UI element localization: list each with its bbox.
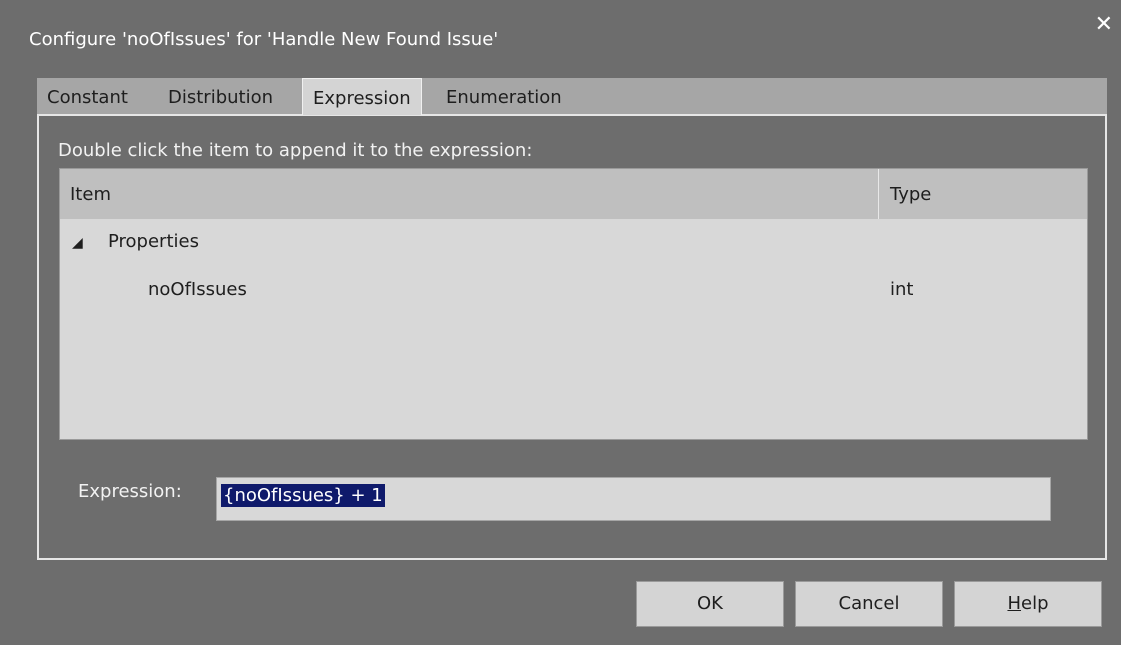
tab-enumeration[interactable]: Enumeration: [446, 82, 562, 114]
column-divider[interactable]: [878, 169, 879, 219]
collapse-triangle-icon[interactable]: ◢: [72, 235, 83, 251]
title-bar: Configure 'noOfIssues' for 'Handle New F…: [0, 0, 1121, 64]
expression-input[interactable]: {noOfIssues} + 1: [216, 477, 1051, 521]
help-mnemonic: H: [1007, 593, 1022, 614]
tree-group-properties[interactable]: Properties: [108, 231, 199, 252]
tab-constant[interactable]: Constant: [47, 82, 128, 114]
cancel-button[interactable]: Cancel: [795, 581, 943, 627]
expression-label: Expression:: [78, 481, 182, 502]
help-button[interactable]: Help: [954, 581, 1102, 627]
items-list[interactable]: Item Type ◢ Properties noOfIssues int: [59, 168, 1088, 440]
ok-button[interactable]: OK: [636, 581, 784, 627]
tab-expression[interactable]: Expression: [302, 78, 422, 115]
instruction-text: Double click the item to append it to th…: [58, 140, 533, 161]
column-header-type[interactable]: Type: [890, 184, 931, 205]
tab-strip: Constant Distribution Expression Enumera…: [37, 78, 1107, 115]
list-item[interactable]: noOfIssues int: [60, 269, 1087, 309]
column-header-item[interactable]: Item: [70, 184, 111, 205]
expression-value: {noOfIssues} + 1: [221, 484, 385, 507]
help-label-rest: elp: [1021, 593, 1049, 614]
list-item-type: int: [890, 279, 914, 300]
tab-distribution[interactable]: Distribution: [168, 82, 273, 114]
list-header: Item Type: [60, 169, 1087, 219]
list-item-name: noOfIssues: [148, 279, 247, 300]
close-icon[interactable]: ✕: [1095, 14, 1113, 36]
window-title: Configure 'noOfIssues' for 'Handle New F…: [29, 29, 499, 50]
